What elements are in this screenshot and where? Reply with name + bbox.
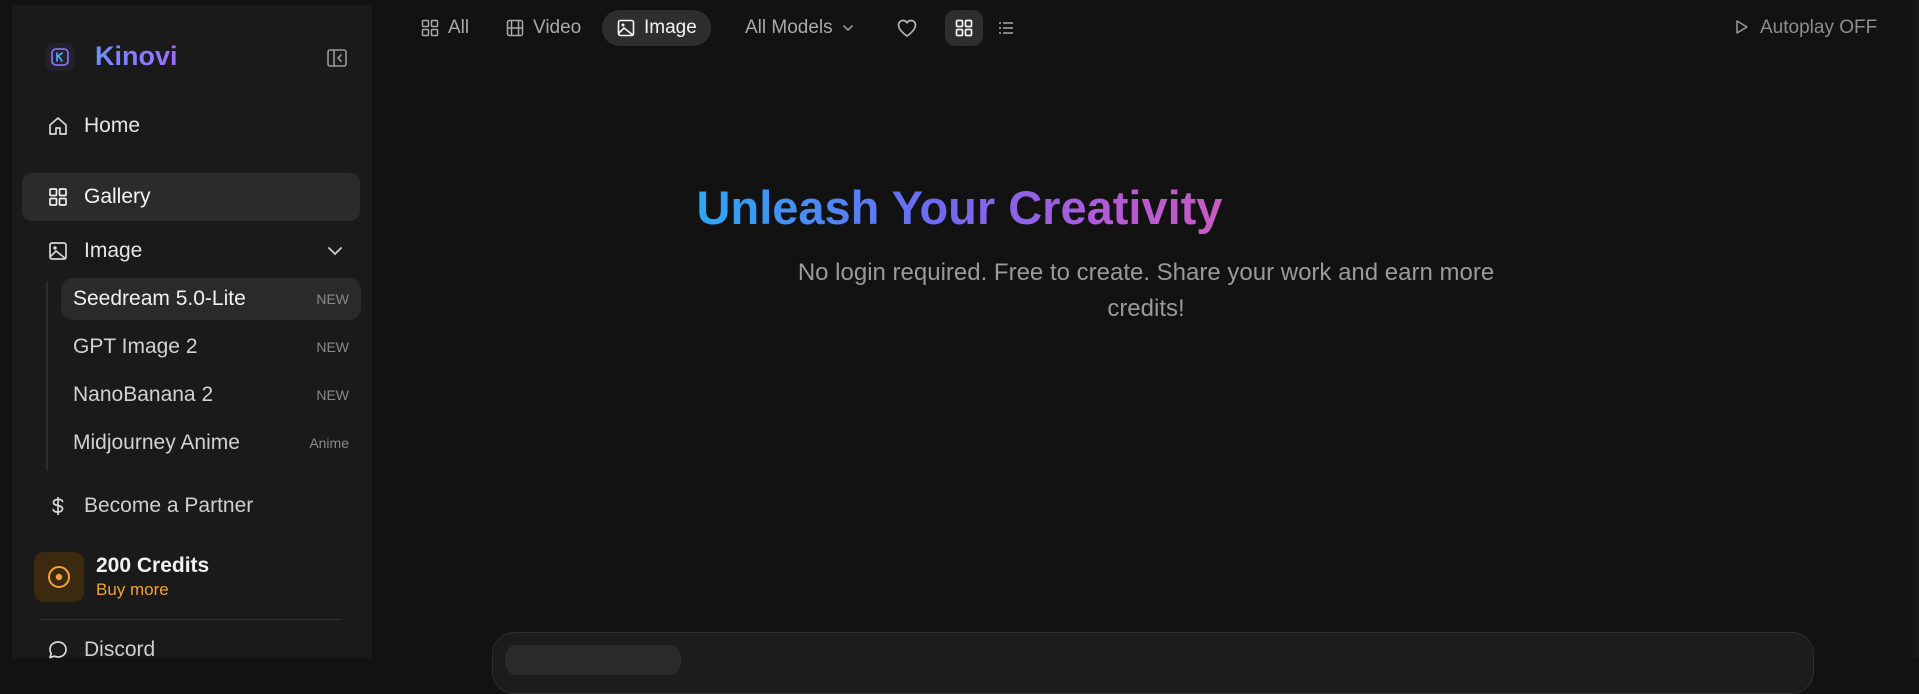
kinovi-logo-icon[interactable]: [46, 43, 74, 71]
image-icon: [46, 239, 70, 263]
top-toolbar: All Video Image All Models Autoplay OFF: [372, 0, 1919, 56]
submenu-guide-line: [46, 281, 48, 471]
model-item-midjourney[interactable]: Midjourney Anime Anime: [61, 422, 361, 464]
anime-badge: Anime: [309, 435, 349, 451]
tab-video[interactable]: Video: [505, 10, 581, 46]
model-label: Midjourney Anime: [73, 431, 240, 454]
prompt-panel[interactable]: [492, 632, 1814, 694]
sidebar-divider: [40, 619, 342, 620]
model-item-seedream[interactable]: Seedream 5.0-Lite NEW: [61, 278, 361, 320]
sidebar-item-label: Discord: [84, 638, 156, 661]
sidebar-item-label: Image: [84, 239, 143, 262]
favorites-heart-icon[interactable]: [888, 10, 926, 46]
tab-all[interactable]: All: [420, 10, 469, 46]
dollar-icon: [46, 494, 70, 518]
chat-bubble-icon: [46, 638, 70, 662]
tab-label: Video: [533, 17, 582, 38]
hero-title-text: Unleash Your Creativity: [696, 181, 1223, 234]
new-badge: NEW: [316, 291, 349, 307]
sidebar-item-home[interactable]: Home: [22, 102, 360, 150]
new-badge: NEW: [316, 339, 349, 355]
model-item-gpt-image[interactable]: GPT Image 2 NEW: [61, 326, 361, 368]
hero-subtitle: No login required. Free to create. Share…: [797, 259, 1495, 322]
tab-label: Image: [644, 17, 697, 38]
list-view-icon[interactable]: [987, 10, 1025, 46]
home-icon: [46, 114, 70, 138]
tab-label: All: [448, 17, 470, 38]
brand-row: Kinovi: [12, 35, 372, 79]
grid-icon: [420, 18, 440, 38]
autoplay-toggle[interactable]: Autoplay OFF: [1732, 10, 1877, 46]
scrollbar-track[interactable]: [1913, 0, 1919, 658]
sidebar-item-label: Home: [84, 114, 141, 137]
new-badge: NEW: [316, 387, 349, 403]
chevron-down-icon[interactable]: [324, 240, 346, 262]
model-label: NanoBanana 2: [73, 383, 214, 406]
hero-title: Unleash Your Creativity: [0, 180, 1919, 235]
collapse-sidebar-icon[interactable]: [326, 47, 348, 69]
sidebar-item-label: Become a Partner: [84, 494, 254, 517]
film-icon: [505, 18, 525, 38]
sidebar: Kinovi Home Gallery Image Seedream 5.0-L…: [12, 5, 372, 661]
model-label: GPT Image 2: [73, 335, 198, 358]
chevron-down-icon: [841, 21, 855, 35]
sidebar-item-discord[interactable]: Discord: [22, 626, 360, 674]
prompt-chip[interactable]: [505, 645, 681, 675]
models-dropdown-value: All Models: [745, 17, 833, 38]
play-icon: [1732, 18, 1752, 38]
credits-balance: 200 Credits: [96, 554, 210, 577]
image-icon: [616, 18, 636, 38]
tab-image[interactable]: Image: [602, 10, 711, 46]
coin-icon: [34, 552, 84, 602]
buy-more-link[interactable]: Buy more: [96, 580, 169, 600]
grid-view-icon[interactable]: [945, 10, 983, 46]
model-label: Seedream 5.0-Lite: [73, 287, 246, 310]
autoplay-label: Autoplay OFF: [1760, 17, 1878, 38]
credits-widget[interactable]: 200 Credits Buy more: [34, 552, 354, 604]
model-item-nanobanana[interactable]: NanoBanana 2 NEW: [61, 374, 361, 416]
sidebar-item-partner[interactable]: Become a Partner: [22, 482, 360, 530]
models-dropdown[interactable]: All Models: [745, 10, 855, 46]
brand-name[interactable]: Kinovi: [95, 41, 178, 72]
